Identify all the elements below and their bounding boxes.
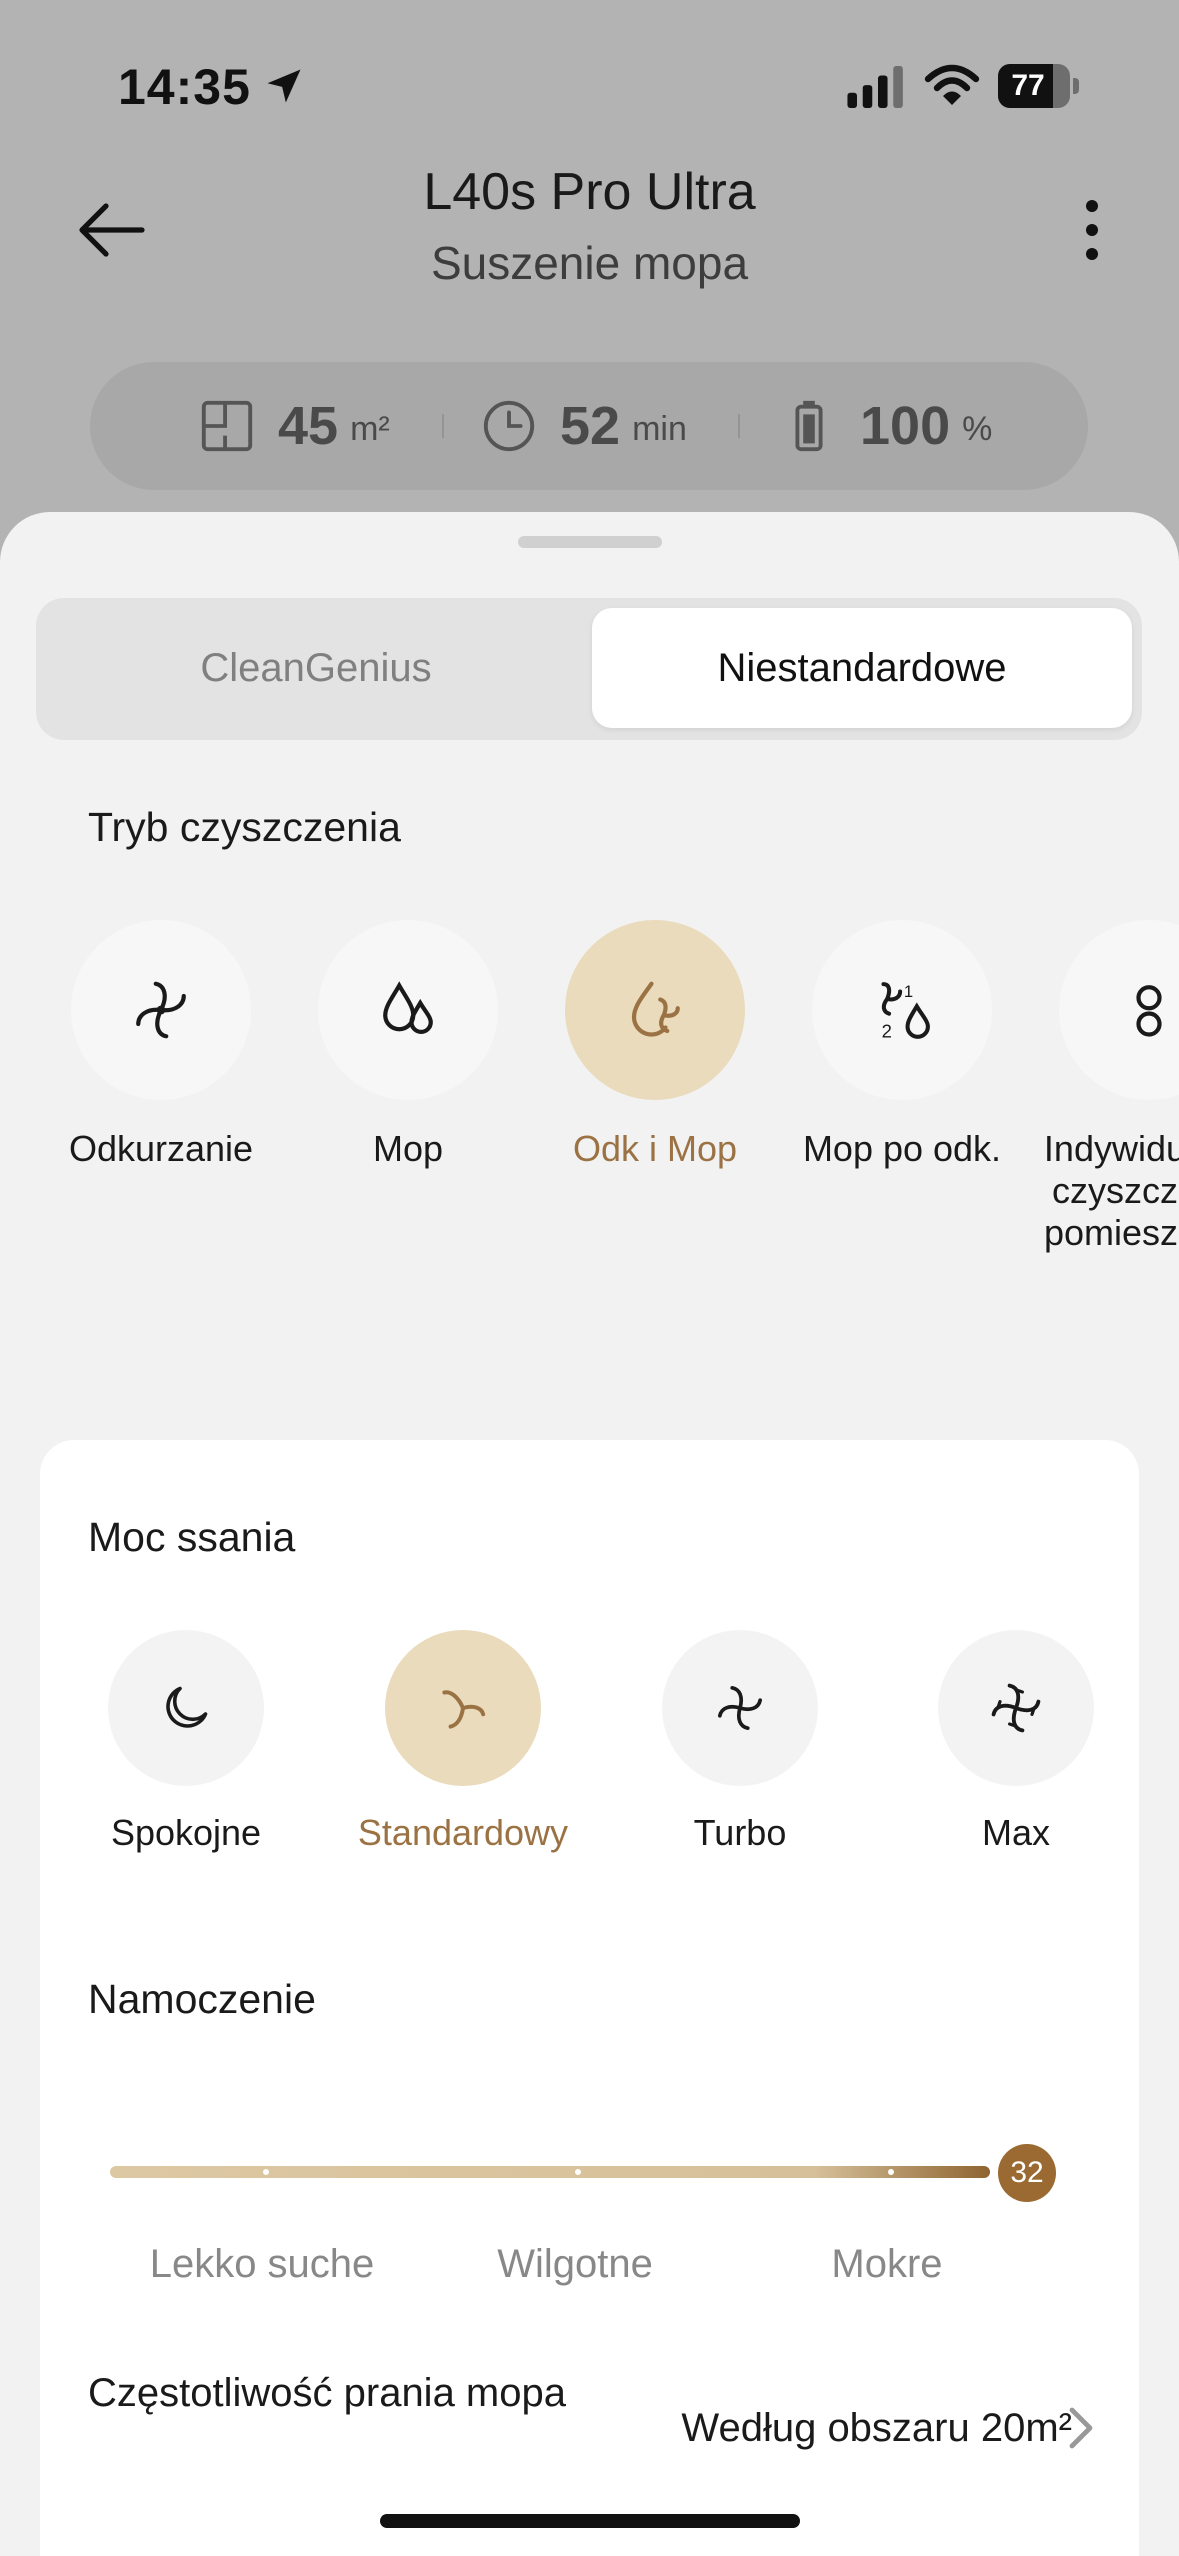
sheet-grabber[interactable] [518, 536, 662, 548]
suction-title: Moc ssania [88, 1514, 296, 1560]
mode-vacuum[interactable]: Odkurzanie [38, 920, 284, 1170]
settings-sheet: CleanGenius Niestandardowe Tryb czyszcze… [0, 512, 1179, 2556]
mode-room-custom[interactable]: Indywidualne czyszczenie pomieszczeń [1026, 920, 1179, 1254]
suction-turbo-label: Turbo [693, 1812, 787, 1853]
status-time: 14:35 [118, 59, 251, 115]
wetness-label-wet: Mokre [831, 2242, 943, 2286]
fan-max-icon [991, 1683, 1041, 1733]
fan-standard-icon [442, 1690, 486, 1729]
mode-segmented-control: CleanGenius Niestandardowe [36, 598, 1142, 740]
mode-mop-label: Mop [372, 1128, 444, 1169]
mode-vacuum-mop[interactable]: Odk i Mop [532, 920, 778, 1170]
mode-mop-after-vacuum-label: Mop po odk. [802, 1128, 1002, 1169]
fan-turbo-icon [717, 1685, 763, 1731]
wetness-label-damp: Wilgotne [497, 2242, 653, 2286]
vacuum-icon [136, 981, 186, 1039]
wetness-label-dry: Lekko suche [149, 2242, 375, 2286]
more-options-icon[interactable] [1070, 190, 1114, 270]
wetness-title: Namoczenie [88, 1976, 316, 2022]
area-icon [201, 400, 253, 452]
tab-custom[interactable]: Niestandardowe [592, 608, 1132, 728]
wifi-icon [924, 64, 980, 105]
mop-after-vacuum-icon: 1 2 [881, 982, 930, 1042]
suction-max[interactable]: Max [886, 1630, 1146, 1854]
suction-quiet-label: Spokojne [110, 1812, 262, 1853]
mode-vacuum-mop-label: Odk i Mop [572, 1128, 738, 1169]
stat-battery: 100 % [780, 362, 992, 490]
stat-battery-value: 100 [860, 396, 951, 456]
mode-room-custom-label: Indywidualne czyszczenie pomieszczeń [1043, 1128, 1179, 1253]
battery-indicator: 77 [998, 64, 1080, 108]
moon-icon [166, 1686, 208, 1728]
mode-vacuum-label: Odkurzanie [68, 1128, 254, 1169]
stat-time-value: 52 [560, 396, 621, 456]
cleaning-stats: 45 m² 52 min 100 % [90, 362, 1088, 490]
suction-max-label: Max [981, 1812, 1050, 1853]
stat-battery-unit: % [962, 409, 993, 448]
cellular-signal-icon [847, 66, 903, 108]
svg-text:1: 1 [904, 982, 913, 1001]
stat-time-unit: min [632, 409, 687, 448]
battery-percent: 77 [1011, 69, 1045, 102]
battery-icon [795, 400, 823, 452]
wetness-slider-track[interactable] [110, 2166, 990, 2178]
mode-mop[interactable]: Mop [285, 920, 531, 1170]
cleaning-mode-title: Tryb czyszczenia [88, 804, 401, 850]
status-bar: 14:35 77 [0, 0, 1179, 170]
device-title: L40s Pro Ultra [423, 163, 756, 221]
mop-wash-frequency-title: Częstotliwość prania mopa [88, 2371, 566, 2415]
wetness-slider-knob[interactable]: 32 [998, 2144, 1056, 2202]
stat-area-unit: m² [350, 409, 390, 448]
clock-icon [483, 400, 535, 452]
suction-turbo[interactable]: Turbo [610, 1630, 870, 1854]
device-status: Suszenie mopa [430, 237, 749, 289]
location-arrow-icon [267, 69, 301, 103]
vacuum-mop-icon [631, 981, 680, 1037]
mode-mop-after-vacuum[interactable]: 1 2 Mop po odk. [779, 920, 1025, 1170]
water-drops-icon [383, 981, 433, 1034]
suction-quiet[interactable]: Spokojne [56, 1630, 316, 1854]
settings-card: Moc ssania Spokojne Standardowy Turbo Ma… [40, 1440, 1139, 2556]
stat-area: 45 m² [198, 362, 390, 490]
room-custom-icon [1136, 985, 1162, 1037]
stat-area-value: 45 [278, 396, 339, 456]
tab-cleangenius[interactable]: CleanGenius [46, 608, 586, 728]
chevron-right-icon[interactable] [1060, 2402, 1100, 2454]
suction-standard[interactable]: Standardowy [333, 1630, 593, 1854]
home-indicator[interactable] [380, 2514, 800, 2528]
stat-time: 52 min [480, 362, 687, 490]
mop-wash-frequency-value[interactable]: Według obszaru 20m² [580, 2406, 1072, 2451]
suction-standard-label: Standardowy [357, 1812, 569, 1853]
svg-text:2: 2 [882, 1021, 892, 1042]
